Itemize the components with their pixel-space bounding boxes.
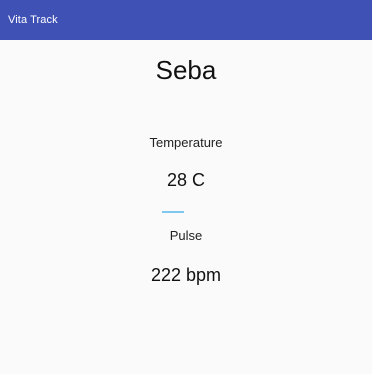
pulse-label: Pulse [169,228,203,243]
temperature-label: Temperature [149,135,223,150]
app-bar: Vita Track [0,0,372,40]
patient-name: Seba [155,55,217,85]
pulse-value: 222 bpm [150,265,222,285]
accent-divider [162,211,184,213]
app-title: Vita Track [8,14,58,26]
main-content: Seba Temperature 28 C Pulse 222 bpm [0,40,372,374]
temperature-value: 28 C [166,170,206,190]
